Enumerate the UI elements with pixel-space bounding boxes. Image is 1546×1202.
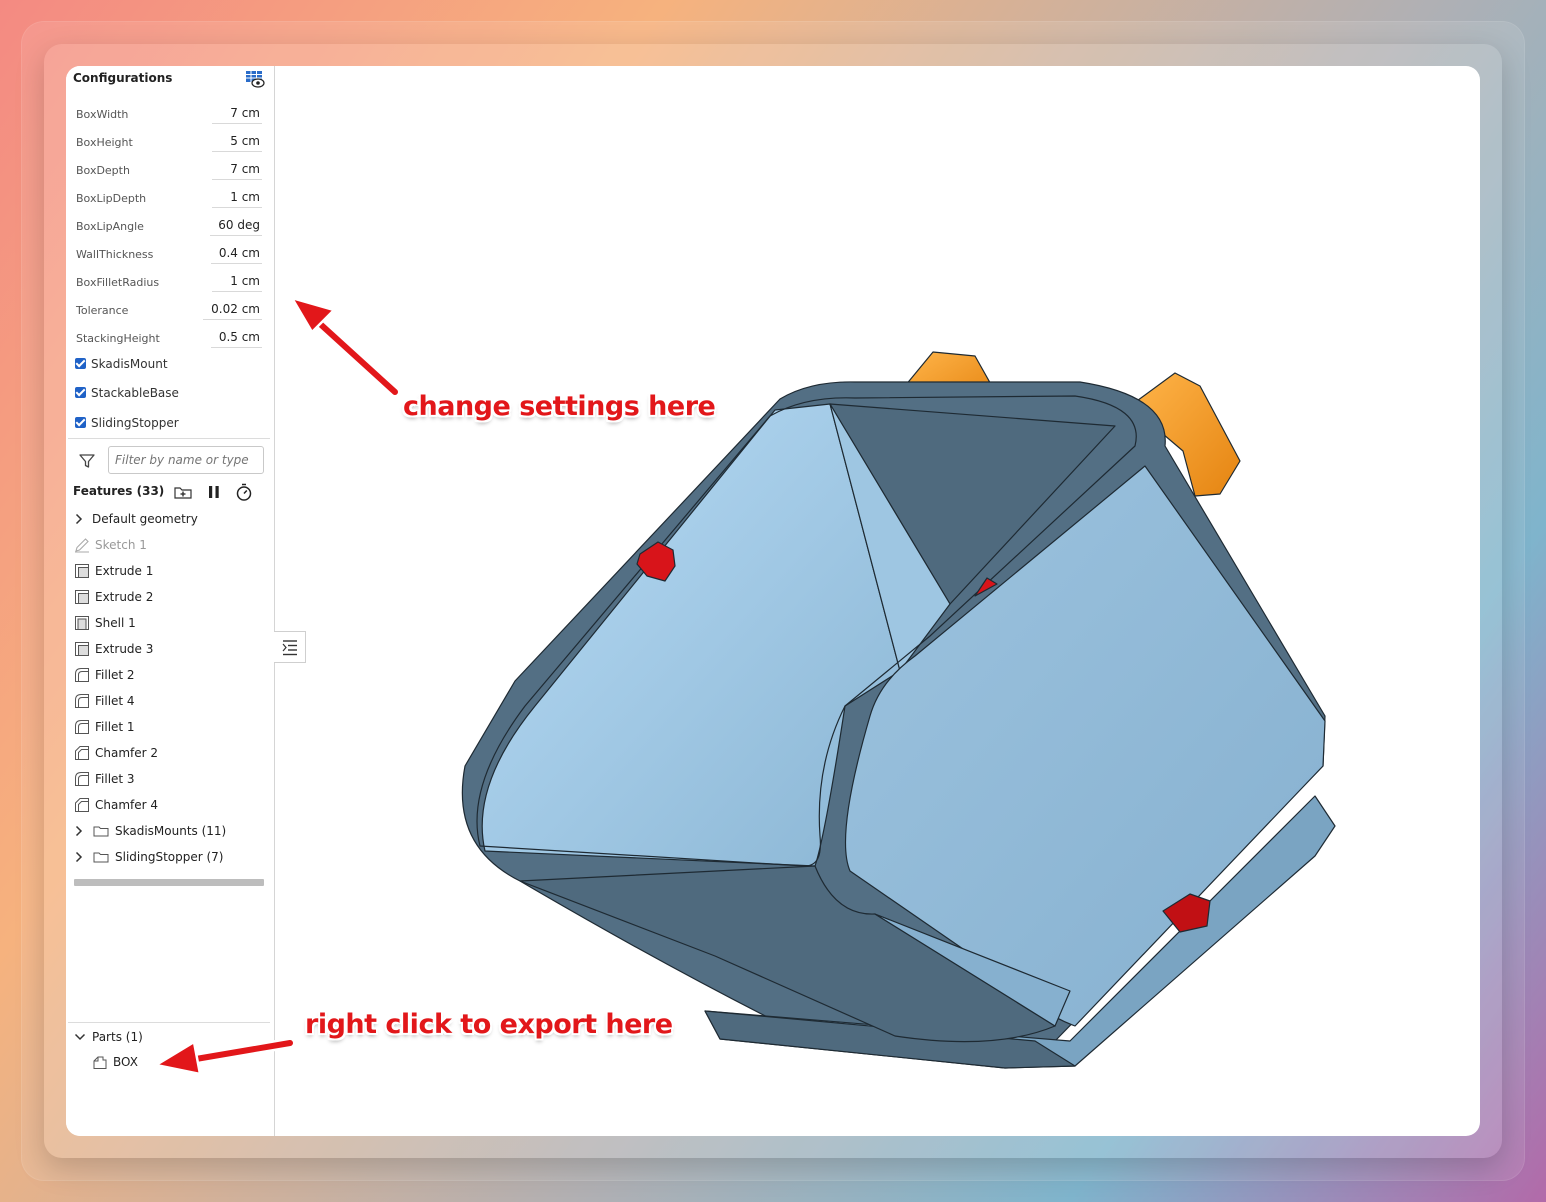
param-boxlipdepth: BoxLipDepth 1 cm xyxy=(76,186,262,210)
param-value[interactable]: 1 cm xyxy=(212,190,262,208)
param-name: BoxFilletRadius xyxy=(76,276,160,289)
feature-panel: Configurations BoxWidth 7 cm BoxHeight 5… xyxy=(66,66,275,1136)
tree-item-label: SlidingStopper (7) xyxy=(115,850,224,864)
param-boxlipangle: BoxLipAngle 60 deg xyxy=(76,214,262,238)
param-value[interactable]: 1 cm xyxy=(212,274,262,292)
checkbox[interactable] xyxy=(75,387,86,398)
configuration-table-icon[interactable] xyxy=(245,70,265,88)
param-name: BoxDepth xyxy=(76,164,130,177)
param-tolerance: Tolerance 0.02 cm xyxy=(76,298,262,322)
checkbox[interactable] xyxy=(75,417,86,428)
3d-viewport[interactable] xyxy=(275,66,1480,1136)
param-name: StackingHeight xyxy=(76,332,160,345)
param-value[interactable]: 7 cm xyxy=(212,162,262,180)
fillet-icon xyxy=(75,772,89,786)
toggle-label: StackableBase xyxy=(91,386,179,400)
sketch-icon xyxy=(75,538,89,553)
pause-icon[interactable] xyxy=(204,482,224,502)
tree-item-label: SkadisMounts (11) xyxy=(115,824,227,838)
param-stackingheight: StackingHeight 0.5 cm xyxy=(76,326,262,350)
part-label: BOX xyxy=(113,1055,138,1069)
param-value[interactable]: 0.02 cm xyxy=(203,302,262,320)
param-boxfilletradius: BoxFilletRadius 1 cm xyxy=(76,270,262,294)
param-name: BoxLipAngle xyxy=(76,220,144,233)
part-icon xyxy=(93,1056,107,1069)
param-boxheight: BoxHeight 5 cm xyxy=(76,130,262,154)
param-name: BoxWidth xyxy=(76,108,129,121)
tree-item-label: Fillet 3 xyxy=(95,772,135,786)
cad-window: Configurations BoxWidth 7 cm BoxHeight 5… xyxy=(66,66,1480,1136)
tree-item-label: Extrude 3 xyxy=(95,642,154,656)
toggle-label: SlidingStopper xyxy=(91,416,179,430)
tree-item-label: Chamfer 2 xyxy=(95,746,159,760)
annotation-change-settings: change settings here xyxy=(403,391,716,422)
fillet-icon xyxy=(75,694,89,708)
tree-item-label: Fillet 1 xyxy=(95,720,135,734)
chevron-down-icon[interactable] xyxy=(74,1031,86,1043)
extrude-icon xyxy=(75,564,89,578)
new-folder-icon[interactable] xyxy=(173,482,193,502)
param-value[interactable]: 0.5 cm xyxy=(210,330,262,348)
param-value[interactable]: 60 deg xyxy=(210,218,262,236)
tree-item-label: Default geometry xyxy=(92,512,198,526)
extrude-icon xyxy=(75,590,89,604)
filter-input[interactable] xyxy=(108,446,264,474)
filter-icon[interactable] xyxy=(78,452,96,470)
chamfer-icon xyxy=(75,746,89,760)
tree-item-label: Shell 1 xyxy=(95,616,136,630)
tree-item-label: Fillet 2 xyxy=(95,668,135,682)
shell-icon xyxy=(75,616,89,630)
tree-item-label: Chamfer 4 xyxy=(95,798,159,812)
param-value[interactable]: 5 cm xyxy=(212,134,262,152)
param-name: Tolerance xyxy=(76,304,129,317)
annotation-export: right click to export here xyxy=(305,1009,673,1040)
fillet-icon xyxy=(75,668,89,682)
stopwatch-icon[interactable] xyxy=(234,482,254,502)
folder-icon xyxy=(93,826,109,837)
toggle-label: SkadisMount xyxy=(91,357,168,371)
param-name: WallThickness xyxy=(76,248,154,261)
param-name: BoxLipDepth xyxy=(76,192,147,205)
divider xyxy=(68,1022,270,1023)
tree-item-label: Extrude 1 xyxy=(95,564,154,578)
chevron-right-icon[interactable] xyxy=(74,851,84,863)
param-boxdepth: BoxDepth 7 cm xyxy=(76,158,262,182)
divider xyxy=(68,438,270,439)
configurations-title: Configurations xyxy=(73,71,173,85)
tree-item-label: Extrude 2 xyxy=(95,590,154,604)
box-model[interactable] xyxy=(461,351,1336,1069)
param-boxwidth: BoxWidth 7 cm xyxy=(76,102,262,126)
chevron-right-icon[interactable] xyxy=(74,513,84,525)
checkbox[interactable] xyxy=(75,358,86,369)
extrude-icon xyxy=(75,642,89,656)
chamfer-icon xyxy=(75,798,89,812)
folder-icon xyxy=(93,852,109,863)
parts-header-label: Parts (1) xyxy=(92,1030,143,1044)
horizontal-scrollbar[interactable] xyxy=(74,879,264,886)
fillet-icon xyxy=(75,720,89,734)
param-wallthickness: WallThickness 0.4 cm xyxy=(76,242,262,266)
tree-item-label: Fillet 4 xyxy=(95,694,135,708)
tree-item-label: Sketch 1 xyxy=(95,538,147,552)
param-value[interactable]: 0.4 cm xyxy=(210,246,262,264)
features-header: Features (33) xyxy=(73,484,165,498)
chevron-right-icon[interactable] xyxy=(74,825,84,837)
param-value[interactable]: 7 cm xyxy=(212,106,262,124)
param-name: BoxHeight xyxy=(76,136,133,149)
